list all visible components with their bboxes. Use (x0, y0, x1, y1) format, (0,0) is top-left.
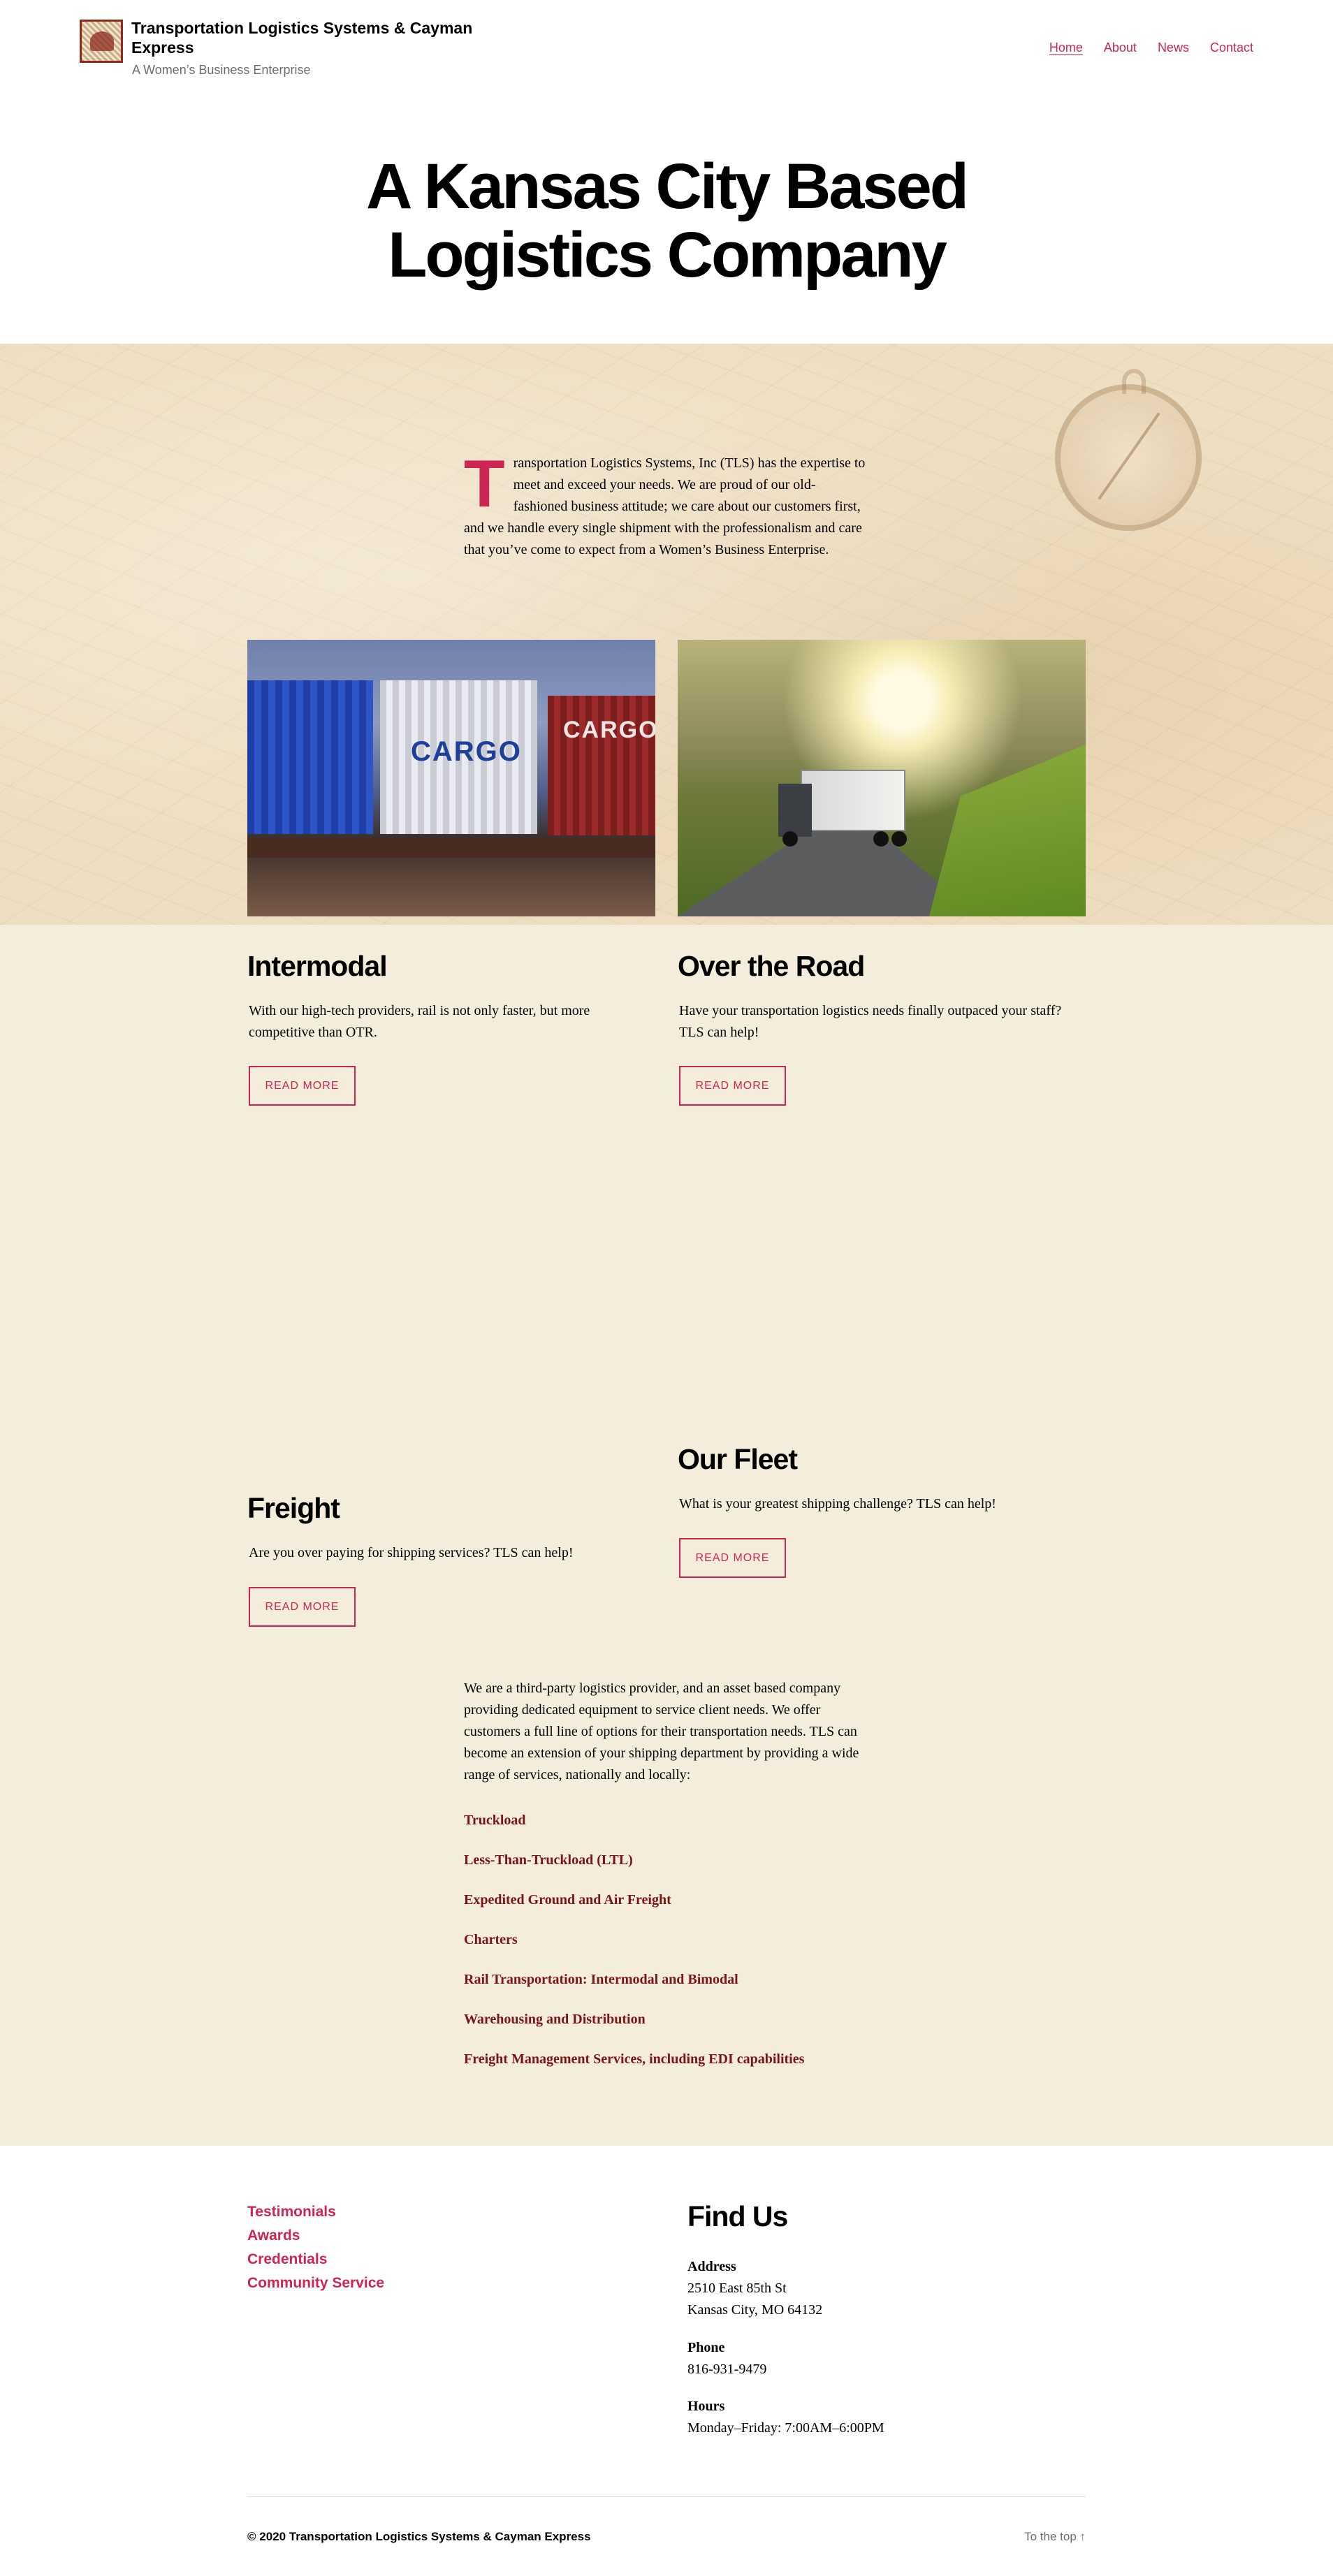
read-more-freight-button[interactable]: READ MORE (249, 1587, 356, 1627)
footer-link-community-service[interactable]: Community Service (247, 2275, 384, 2291)
truck-wheel (873, 831, 889, 847)
truck-cab (778, 784, 812, 837)
services-intro: We are a third-party logistics provider,… (464, 1681, 859, 1783)
card-text-over-the-road: Have your transportation logistics needs… (679, 1003, 1062, 1040)
service-item: Less-Than-Truckload (LTL) (464, 1852, 633, 1868)
container-label: CARGO (563, 717, 655, 743)
address-label: Address (687, 2259, 736, 2274)
service-item: Charters (464, 1932, 518, 1947)
service-item: Truckload (464, 1813, 526, 1828)
truck-wheel (782, 831, 798, 847)
phone-label: Phone (687, 2340, 725, 2355)
logo-emblem-icon (90, 31, 114, 51)
footer-links: Testimonials Awards Credentials Communit… (247, 2200, 384, 2295)
card-title-our-fleet: Our Fleet (678, 1443, 798, 1475)
card-title-over-the-road: Over the Road (678, 950, 865, 982)
site-logo[interactable] (80, 20, 123, 63)
nav-news[interactable]: News (1158, 41, 1189, 55)
nav-about[interactable]: About (1104, 41, 1137, 55)
rail-flatcar (247, 838, 655, 858)
address-block: Address 2510 East 85th St Kansas City, M… (687, 2256, 1037, 2321)
card-text-intermodal: With our high-tech providers, rail is no… (249, 1003, 590, 1040)
site-header: Transportation Logistics Systems & Cayma… (0, 0, 1333, 91)
intro-text: ransportation Logistics Systems, Inc (TL… (464, 455, 866, 557)
page-title-line2: Logistics Company (388, 219, 947, 291)
container-label: CARGO (411, 736, 522, 767)
copyright: © 2020 Transportation Logistics Systems … (247, 2530, 591, 2543)
footer-link-awards[interactable]: Awards (247, 2227, 300, 2244)
intro-paragraph: Transportation Logistics Systems, Inc (T… (464, 446, 869, 561)
blue-container (247, 680, 373, 834)
services-list: Truckload Less-Than-Truckload (LTL) Expe… (464, 1810, 953, 2089)
truck-wheel (891, 831, 907, 847)
card-title-freight: Freight (247, 1492, 340, 1524)
nav-home[interactable]: Home (1049, 41, 1083, 55)
site-description: A Women’s Business Enterprise (132, 63, 311, 77)
site-title[interactable]: Transportation Logistics Systems & Cayma… (131, 18, 495, 57)
grass-field (929, 745, 1086, 916)
hours-block: Hours Monday–Friday: 7:00AM–6:00PM (687, 2396, 1037, 2439)
drop-cap: T (464, 446, 505, 521)
read-more-intermodal-button[interactable]: READ MORE (249, 1066, 356, 1106)
intermodal-train-image: CARGO CARGO (247, 640, 655, 916)
to-the-top-link[interactable]: To the top ↑ (1024, 2530, 1086, 2544)
truck-trailer (801, 770, 905, 831)
card-text-freight: Are you over paying for shipping service… (249, 1545, 574, 1560)
address-line2: Kansas City, MO 64132 (687, 2302, 823, 2318)
address-line1: 2510 East 85th St (687, 2281, 787, 2296)
card-text-our-fleet: What is your greatest shipping challenge… (679, 1496, 996, 1512)
nav-contact[interactable]: Contact (1210, 41, 1253, 55)
service-item: Freight Management Services, including E… (464, 2051, 805, 2067)
primary-nav: Home About News Contact (1049, 41, 1253, 55)
read-more-our-fleet-button[interactable]: READ MORE (679, 1538, 786, 1578)
page-title: A Kansas City Based Logistics Company (0, 152, 1333, 289)
service-item: Warehousing and Distribution (464, 2012, 646, 2027)
find-us-title: Find Us (687, 2200, 788, 2232)
footer-link-testimonials[interactable]: Testimonials (247, 2204, 336, 2220)
read-more-over-the-road-button[interactable]: READ MORE (679, 1066, 786, 1106)
hours-text: Monday–Friday: 7:00AM–6:00PM (687, 2420, 884, 2436)
white-container: CARGO (380, 680, 537, 834)
card-title-intermodal: Intermodal (247, 950, 388, 982)
compass-icon (1055, 369, 1202, 531)
over-the-road-truck-image (678, 640, 1086, 916)
hours-label: Hours (687, 2399, 725, 2414)
footer-divider (247, 2496, 1086, 2497)
phone-block: Phone 816-931-9479 (687, 2337, 1037, 2380)
service-item: Expedited Ground and Air Freight (464, 1892, 671, 1908)
red-container: CARGO (548, 696, 655, 835)
phone-number: 816-931-9479 (687, 2362, 767, 2377)
footer-link-credentials[interactable]: Credentials (247, 2251, 327, 2267)
page-title-line1: A Kansas City Based (366, 151, 969, 222)
service-item: Rail Transportation: Intermodal and Bimo… (464, 1972, 738, 1987)
